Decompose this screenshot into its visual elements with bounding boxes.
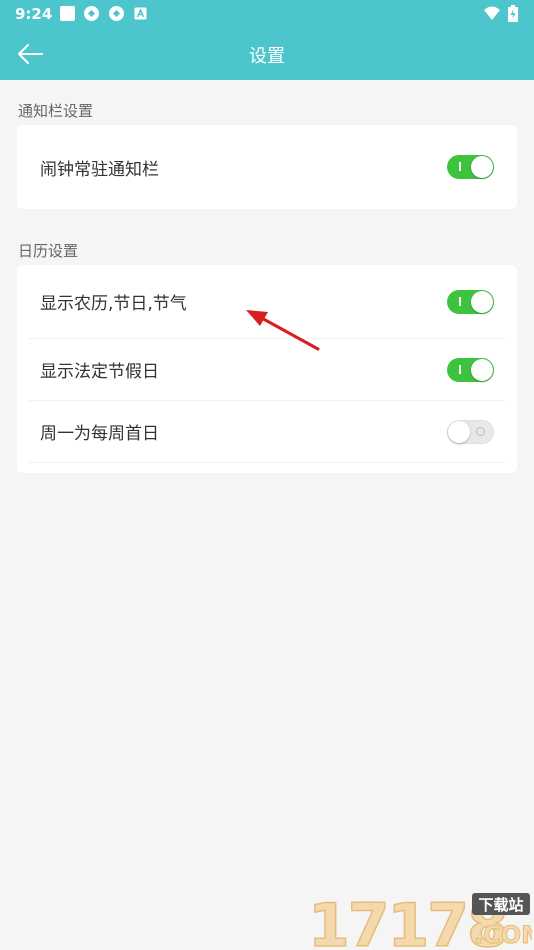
toggle-on-mark xyxy=(459,162,461,171)
app-icon xyxy=(84,6,99,21)
watermark-logo: 17178 下载站 .COM xyxy=(306,888,534,950)
svg-text:.COM: .COM xyxy=(474,921,532,949)
setting-label: 闹钟常驻通知栏 xyxy=(40,159,159,180)
battery-icon xyxy=(508,5,518,22)
toggle-on-mark xyxy=(459,364,461,374)
setting-label: 显示法定节假日 xyxy=(40,362,159,382)
toggle-monday-first[interactable] xyxy=(447,419,494,444)
toggle-off-mark xyxy=(476,426,485,436)
card-notification-settings: 闹钟常驻通知栏 xyxy=(17,125,517,209)
toggle-knob xyxy=(471,290,493,313)
page-title: 设置 xyxy=(249,46,285,67)
setting-label: 周一为每周首日 xyxy=(40,424,159,444)
section-label-calendar: 日历设置 xyxy=(18,242,79,260)
a-icon xyxy=(134,7,147,20)
setting-row-monday-first[interactable]: 周一为每周首日 xyxy=(29,401,505,463)
toggle-on-mark xyxy=(459,296,461,306)
wifi-icon xyxy=(484,6,500,20)
toggle-alarm-notification[interactable] xyxy=(447,155,494,179)
app-icon xyxy=(109,6,124,21)
watermark-17178-icon: 17178 下载站 .COM xyxy=(307,890,534,950)
annotation-arrow-icon xyxy=(246,310,320,351)
toggle-knob xyxy=(448,420,470,443)
square-icon xyxy=(60,6,75,21)
app-bar: 设置 xyxy=(0,28,534,80)
section-label-notification: 通知栏设置 xyxy=(18,102,94,120)
status-time: 9:24 xyxy=(15,5,53,23)
toggle-knob xyxy=(471,156,493,178)
card-calendar-settings: 显示农历,节日,节气 显示法定节假日 周一为每周首日 xyxy=(17,265,517,473)
toggle-holidays[interactable] xyxy=(447,357,494,382)
setting-label: 显示农历,节日,节气 xyxy=(40,294,187,314)
setting-row-alarm-notification[interactable]: 闹钟常驻通知栏 xyxy=(29,125,505,209)
toggle-knob xyxy=(471,358,493,381)
toggle-lunar[interactable] xyxy=(447,289,494,314)
svg-text:下载站: 下载站 xyxy=(478,896,523,914)
status-bar: 9:24 xyxy=(0,0,534,28)
